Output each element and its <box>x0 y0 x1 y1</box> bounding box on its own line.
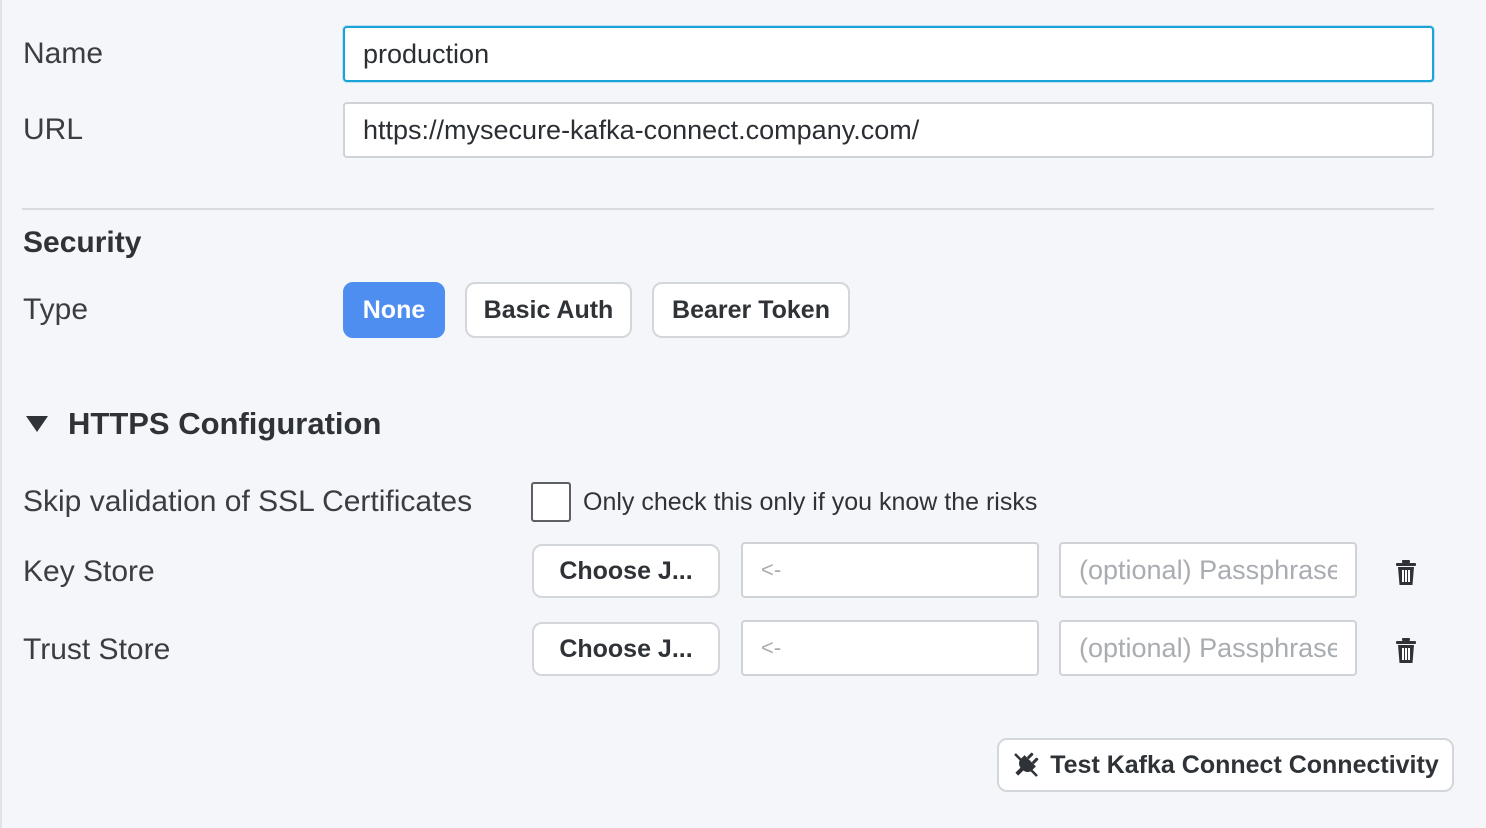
name-input[interactable] <box>343 26 1434 82</box>
https-config-toggle[interactable]: HTTPS Configuration <box>26 404 381 444</box>
section-divider <box>22 208 1434 210</box>
trust-store-passphrase-input[interactable] <box>1059 620 1357 676</box>
trust-store-file-field[interactable] <box>741 620 1039 676</box>
security-type-label: Type <box>23 293 89 326</box>
url-label: URL <box>23 113 84 146</box>
skip-ssl-label: Skip validation of SSL Certificates <box>23 485 473 518</box>
skip-ssl-help-text: Only check this only if you know the ris… <box>583 488 1038 516</box>
test-connectivity-label: Test Kafka Connect Connectivity <box>1050 750 1439 779</box>
skip-ssl-checkbox[interactable] <box>531 482 571 522</box>
name-label: Name <box>23 37 104 70</box>
key-store-trash-icon[interactable] <box>1394 560 1418 586</box>
trust-store-label: Trust Store <box>23 633 171 666</box>
key-store-passphrase-input[interactable] <box>1059 542 1357 598</box>
plug-icon <box>1014 752 1039 777</box>
trust-store-choose-button[interactable]: Choose J... <box>532 622 720 676</box>
https-config-title: HTTPS Configuration <box>68 406 382 441</box>
url-input[interactable] <box>343 102 1434 158</box>
key-store-file-field[interactable] <box>741 542 1039 598</box>
security-type-basic-auth-button[interactable]: Basic Auth <box>465 282 632 338</box>
security-title: Security <box>23 226 142 259</box>
key-store-label: Key Store <box>23 555 155 588</box>
caret-down-icon <box>26 416 48 432</box>
trust-store-trash-icon[interactable] <box>1394 638 1418 664</box>
security-type-bearer-token-button[interactable]: Bearer Token <box>652 282 850 338</box>
test-connectivity-button[interactable]: Test Kafka Connect Connectivity <box>997 738 1454 792</box>
key-store-choose-button[interactable]: Choose J... <box>532 544 720 598</box>
security-type-none-button[interactable]: None <box>343 282 445 338</box>
